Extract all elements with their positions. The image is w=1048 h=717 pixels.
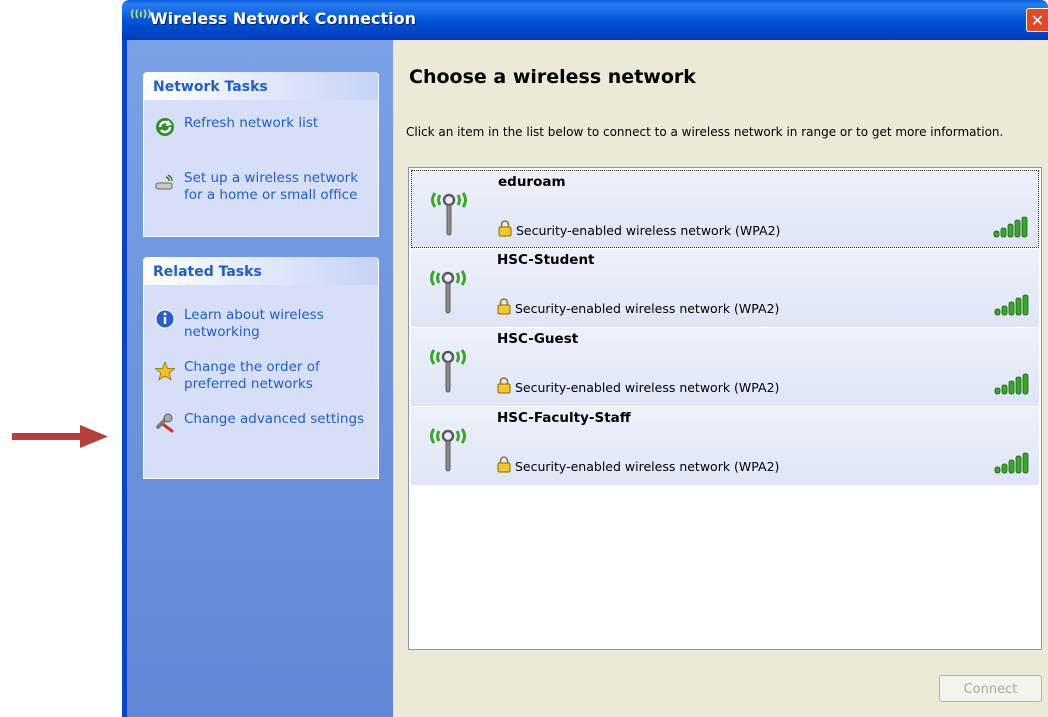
signal-strength-icon — [994, 294, 1029, 316]
security-status: Security-enabled wireless network (WPA2) — [516, 223, 781, 238]
related-tasks-header[interactable]: Related Tasks — [144, 257, 378, 285]
lock-icon — [497, 377, 511, 394]
security-status: Security-enabled wireless network (WPA2) — [515, 459, 780, 474]
wireless-antenna-icon — [430, 428, 466, 472]
main-pane: Choose a wireless network Click an item … — [393, 40, 1048, 717]
network-name: HSC-Student — [497, 252, 595, 268]
related-tasks-title: Related Tasks — [153, 264, 262, 280]
info-icon — [155, 309, 175, 329]
signal-strength-icon — [994, 452, 1029, 474]
star-icon — [154, 360, 176, 381]
close-button[interactable]: ✕ — [1026, 8, 1048, 32]
network-row-hsc-guest[interactable]: HSC-Guest Security-enabled wireless netw… — [411, 328, 1039, 406]
refresh-network-list-link[interactable]: Refresh network list — [152, 115, 370, 136]
change-advanced-settings-label: Change advanced settings — [184, 411, 365, 427]
lock-icon — [498, 220, 512, 237]
learn-wireless-link[interactable]: Learn about wireless networking — [152, 307, 370, 341]
window-title: Wireless Network Connection — [150, 9, 416, 28]
network-row-hsc-student[interactable]: HSC-Student Security-enabled wireless ne… — [411, 249, 1039, 327]
refresh-network-list-label: Refresh network list — [184, 115, 319, 131]
signal-strength-icon — [993, 216, 1028, 238]
network-tasks-panel: Network Tasks Refresh network list Set u… — [143, 72, 379, 237]
signal-strength-icon — [994, 373, 1029, 395]
change-preferred-order-label: Change the order of preferred networks — [184, 359, 320, 392]
page-title: Choose a wireless network — [409, 66, 696, 88]
connect-button[interactable]: Connect — [939, 675, 1042, 702]
network-tasks-header[interactable]: Network Tasks — [144, 72, 378, 100]
refresh-icon — [156, 118, 174, 136]
task-pane: Network Tasks Refresh network list Set u… — [127, 40, 393, 717]
instruction-text: Click an item in the list below to conne… — [406, 125, 1004, 139]
network-name: eduroam — [498, 174, 566, 190]
setup-wireless-network-label: Set up a wireless network for a home or … — [184, 170, 359, 203]
change-preferred-order-link[interactable]: Change the order of preferred networks — [152, 359, 370, 393]
related-tasks-panel: Related Tasks Learn about wireless netwo… — [143, 257, 379, 479]
wireless-antenna-icon — [431, 192, 467, 236]
learn-wireless-label: Learn about wireless networking — [184, 307, 324, 340]
annotation-arrow — [12, 425, 108, 448]
wireless-signal-icon: ((ı)) — [130, 9, 152, 20]
network-name: HSC-Guest — [497, 331, 579, 347]
network-list[interactable]: eduroam Security-enabled wireless networ… — [408, 167, 1042, 650]
change-advanced-settings-link[interactable]: Change advanced settings — [152, 411, 370, 433]
wireless-antenna-icon — [430, 349, 466, 393]
wrench-icon — [156, 413, 174, 433]
lock-icon — [497, 456, 511, 473]
network-name: HSC-Faculty-Staff — [497, 410, 631, 426]
setup-wireless-network-link[interactable]: Set up a wireless network for a home or … — [152, 170, 370, 204]
network-row-eduroam[interactable]: eduroam Security-enabled wireless networ… — [411, 170, 1039, 248]
setup-wireless-icon — [155, 174, 173, 190]
wireless-connection-window: ((ı)) Wireless Network Connection ✕ Netw… — [122, 0, 1048, 717]
security-status: Security-enabled wireless network (WPA2) — [515, 380, 780, 395]
security-status: Security-enabled wireless network (WPA2) — [515, 301, 780, 316]
network-tasks-title: Network Tasks — [153, 79, 268, 95]
title-bar[interactable]: ((ı)) Wireless Network Connection ✕ — [122, 0, 1048, 40]
network-row-hsc-faculty-staff[interactable]: HSC-Faculty-Staff Security-enabled wirel… — [411, 407, 1039, 485]
lock-icon — [497, 298, 511, 315]
wireless-antenna-icon — [430, 270, 466, 314]
